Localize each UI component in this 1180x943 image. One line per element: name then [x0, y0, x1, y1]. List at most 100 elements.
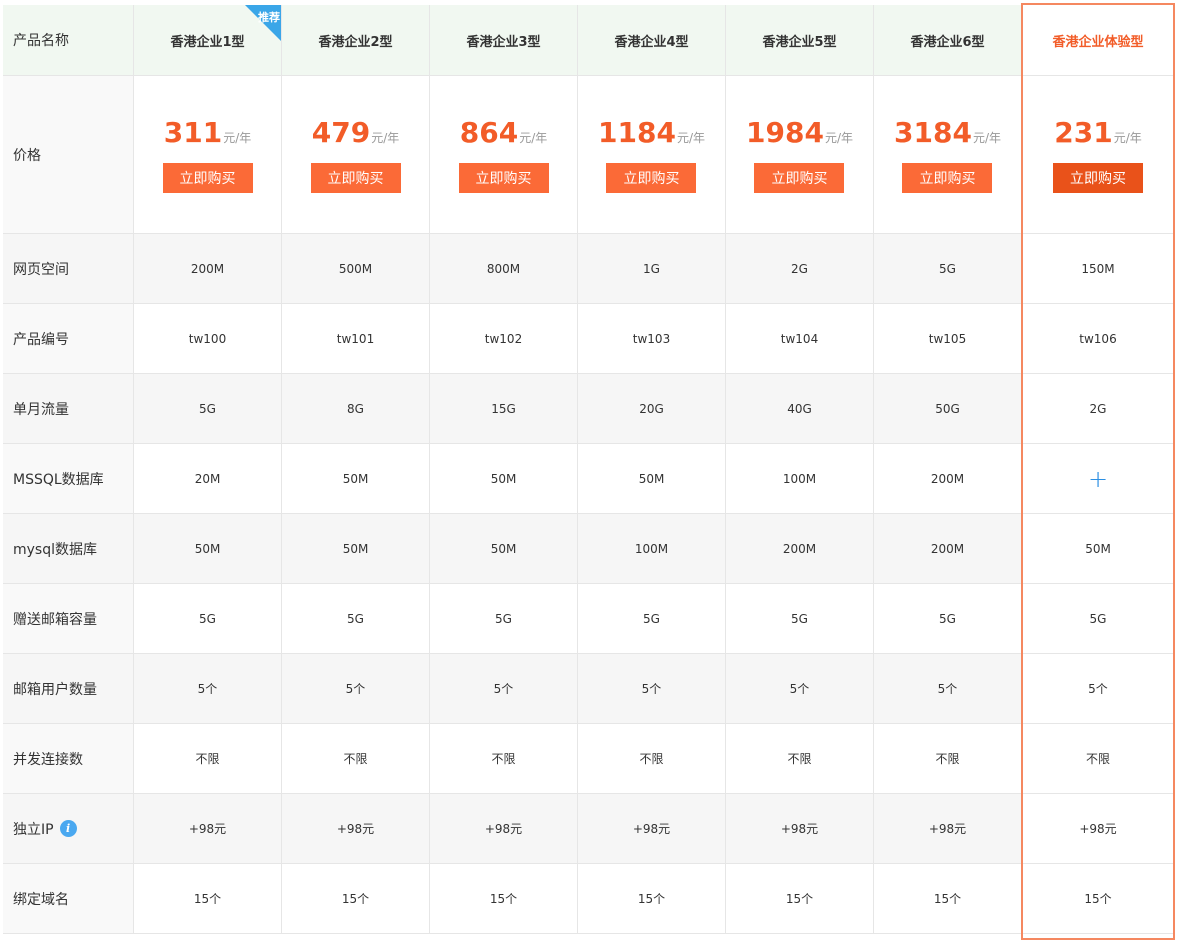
experience-spec-value: 15个 — [1022, 864, 1174, 933]
spec-value: tw102 — [430, 304, 578, 373]
spec-value: 500M — [282, 234, 430, 303]
spec-value: 5G — [874, 234, 1022, 303]
price-cell-5: 1984 元/年 立即购买 — [726, 76, 874, 233]
price-unit: 元/年 — [824, 131, 853, 145]
spec-label: 邮箱用户数量 — [3, 654, 134, 723]
spec-value: 15个 — [578, 864, 726, 933]
spec-value: 1G — [578, 234, 726, 303]
experience-spec-value: 50M — [1022, 514, 1174, 583]
buy-now-button[interactable]: 立即购买 — [754, 163, 845, 193]
buy-now-button[interactable]: 立即购买 — [458, 163, 549, 193]
spec-value: +98元 — [134, 794, 282, 863]
spec-value: 5G — [430, 584, 578, 653]
spec-row-mailbox-capacity: 赠送邮箱容量 5G 5G 5G 5G 5G 5G 5G — [3, 584, 1175, 654]
plan-name: 香港企业5型 — [762, 34, 837, 50]
spec-value: 5G — [726, 584, 874, 653]
plan-header-1: 香港企业1型 推荐 — [134, 5, 282, 75]
spec-value: 5G — [282, 584, 430, 653]
spec-value: tw104 — [726, 304, 874, 373]
plan-name: 香港企业2型 — [318, 34, 393, 50]
price-amount: 479 — [311, 116, 371, 149]
spec-value: 不限 — [430, 724, 578, 793]
spec-value: 不限 — [282, 724, 430, 793]
spec-value: 2G — [726, 234, 874, 303]
spec-value: 50M — [282, 444, 430, 513]
spec-row-bound-domains: 绑定域名 15个 15个 15个 15个 15个 15个 15个 — [3, 864, 1175, 934]
buy-now-button[interactable]: 立即购买 — [1053, 163, 1143, 193]
spec-value: 15个 — [874, 864, 1022, 933]
plan-header-4: 香港企业4型 — [578, 5, 726, 75]
spec-value: tw100 — [134, 304, 282, 373]
price-amount: 1984 — [746, 116, 824, 149]
spec-label: 绑定域名 — [3, 864, 134, 933]
spec-value: 5个 — [874, 654, 1022, 723]
spec-value: 50M — [134, 514, 282, 583]
plan-name: 香港企业6型 — [910, 34, 985, 50]
spec-label: mysql数据库 — [3, 514, 134, 583]
spec-value: +98元 — [726, 794, 874, 863]
spec-value: 15个 — [726, 864, 874, 933]
spec-value: 15个 — [134, 864, 282, 933]
spec-value: 不限 — [578, 724, 726, 793]
spec-value: tw101 — [282, 304, 430, 373]
spec-value: +98元 — [578, 794, 726, 863]
spec-value: 20M — [134, 444, 282, 513]
spec-value: 不限 — [726, 724, 874, 793]
plus-icon[interactable]: + — [1088, 467, 1108, 491]
experience-spec-value: 5个 — [1022, 654, 1174, 723]
spec-value: 50G — [874, 374, 1022, 443]
experience-spec-value: +98元 — [1022, 794, 1174, 863]
price-amount: 1184 — [598, 116, 676, 149]
experience-spec-value: 2G — [1022, 374, 1174, 443]
spec-value: 50M — [578, 444, 726, 513]
spec-value: tw103 — [578, 304, 726, 373]
plan-header-6: 香港企业6型 — [874, 5, 1022, 75]
spec-value: 100M — [578, 514, 726, 583]
spec-value: 50M — [282, 514, 430, 583]
spec-value: 15个 — [430, 864, 578, 933]
price-unit: 元/年 — [676, 131, 705, 145]
price-cell-4: 1184 元/年 立即购买 — [578, 76, 726, 233]
spec-value: 15G — [430, 374, 578, 443]
spec-value: 200M — [726, 514, 874, 583]
pricing-comparison-table: 产品名称 香港企业1型 推荐 香港企业2型 香港企业3型 香港企业4型 香港企业… — [3, 5, 1175, 934]
spec-value: 100M — [726, 444, 874, 513]
price-amount: 311 — [163, 116, 223, 149]
spec-label: 独立IP — [13, 821, 54, 838]
spec-value: 40G — [726, 374, 874, 443]
spec-value: 5G — [578, 584, 726, 653]
spec-label: 并发连接数 — [3, 724, 134, 793]
price-cell-1: 311 元/年 立即购买 — [134, 76, 282, 233]
spec-value: 15个 — [282, 864, 430, 933]
buy-now-button[interactable]: 立即购买 — [902, 163, 993, 193]
spec-value: 50M — [430, 444, 578, 513]
spec-value: +98元 — [282, 794, 430, 863]
experience-spec-value: 5G — [1022, 584, 1174, 653]
price-row: 价格 311 元/年 立即购买 479 元/年 立即购买 864 元/年 立即购买 1… — [3, 76, 1175, 234]
price-amount: 864 — [459, 116, 519, 149]
plan-name: 香港企业体验型 — [1052, 34, 1144, 50]
buy-now-button[interactable]: 立即购买 — [606, 163, 697, 193]
spec-label-cell: 独立IP i — [3, 794, 134, 863]
price-cell-6: 3184 元/年 立即购买 — [874, 76, 1022, 233]
spec-value: 5个 — [282, 654, 430, 723]
spec-value: 200M — [874, 514, 1022, 583]
spec-value: 5个 — [726, 654, 874, 723]
buy-now-button[interactable]: 立即购买 — [310, 163, 401, 193]
spec-value: 不限 — [874, 724, 1022, 793]
spec-value: 5G — [134, 374, 282, 443]
spec-row-mssql: MSSQL数据库 20M 50M 50M 50M 100M 200M + — [3, 444, 1175, 514]
spec-value: 5G — [134, 584, 282, 653]
price-amount: 3184 — [894, 116, 972, 149]
spec-value: 5个 — [578, 654, 726, 723]
spec-row-mysql: mysql数据库 50M 50M 50M 100M 200M 200M 50M — [3, 514, 1175, 584]
info-icon[interactable]: i — [59, 820, 77, 837]
spec-label: MSSQL数据库 — [3, 444, 134, 513]
plan-header-3: 香港企业3型 — [430, 5, 578, 75]
spec-value: 8G — [282, 374, 430, 443]
buy-now-button[interactable]: 立即购买 — [162, 163, 253, 193]
spec-label: 赠送邮箱容量 — [3, 584, 134, 653]
spec-label: 网页空间 — [3, 234, 134, 303]
spec-value: 800M — [430, 234, 578, 303]
spec-value: 20G — [578, 374, 726, 443]
